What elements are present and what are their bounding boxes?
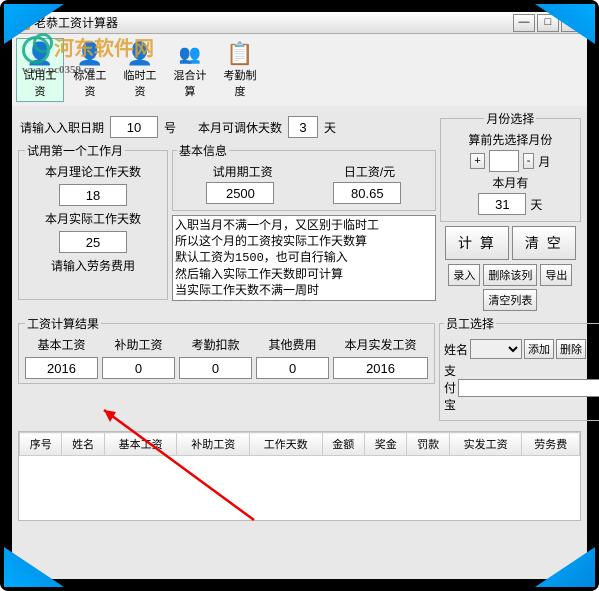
rest-days-input[interactable] [288, 116, 318, 138]
table-header[interactable]: 基本工资 [104, 433, 177, 456]
export-button[interactable]: 导出 [540, 264, 572, 286]
table-header[interactable]: 实发工资 [449, 433, 522, 456]
table-header[interactable]: 姓名 [62, 433, 104, 456]
person-icon: 👤 [19, 41, 61, 67]
memo-textarea[interactable]: 入职当月不满一个月，又区别于临时工 所以这个月的工资按实际工作天数算 默认工资为… [172, 215, 436, 301]
people-icon: 👥 [169, 41, 211, 67]
table-header[interactable]: 工作天数 [250, 433, 323, 456]
result-fieldset: 工资计算结果 基本工资 补助工资 考勤扣款 其他费用 本月实发工资 [18, 315, 435, 384]
table-header[interactable]: 奖金 [365, 433, 407, 456]
actual-days-input[interactable] [59, 231, 127, 253]
month-days-input[interactable] [478, 193, 526, 215]
tab-temp-salary[interactable]: 👤 临时工资 [116, 38, 164, 102]
person-icon: 👤 [69, 41, 111, 67]
person-icon: 👤 [119, 41, 161, 67]
join-date-input[interactable] [110, 116, 158, 138]
table-header[interactable]: 序号 [20, 433, 62, 456]
delete-col-button[interactable]: 删除该列 [483, 264, 537, 286]
result-other-fee[interactable] [256, 357, 329, 379]
daily-salary-input[interactable] [333, 182, 401, 204]
rest-days-label: 本月可调休天数 [198, 119, 282, 136]
tab-attendance[interactable]: 📋 考勤制度 [216, 38, 264, 102]
table-header[interactable]: 金额 [322, 433, 364, 456]
join-date-label: 请输入入职日期 [20, 119, 104, 136]
clear-button[interactable]: 清 空 [512, 226, 576, 260]
delete-employee-button[interactable]: 删除 [556, 339, 586, 359]
first-month-fieldset: 试用第一个工作月 本月理论工作天数 本月实际工作天数 请输入劳务费用 [18, 142, 168, 300]
titlebar: 老恭工资计算器 — □ × [12, 12, 587, 34]
calculate-button[interactable]: 计 算 [445, 226, 509, 260]
table-header[interactable]: 劳务费 [522, 433, 580, 456]
result-basic-salary[interactable] [25, 357, 98, 379]
month-minus-button[interactable]: - [523, 153, 535, 169]
tab-mixed-calc[interactable]: 👥 混合计算 [166, 38, 214, 102]
window-title: 老恭工资计算器 [34, 14, 511, 31]
alipay-input[interactable] [458, 379, 599, 397]
month-plus-button[interactable]: + [470, 153, 484, 169]
app-icon [16, 16, 30, 30]
theory-days-input[interactable] [59, 184, 127, 206]
toolbar: 👤 试用工资 👤 标准工资 👤 临时工资 👥 混合计算 📋 考勤制度 [12, 34, 587, 106]
clear-list-button[interactable]: 清空列表 [483, 289, 537, 311]
labor-fee-label: 请输入劳务费用 [25, 257, 161, 274]
month-input[interactable] [489, 150, 519, 172]
data-table[interactable]: 序号姓名基本工资补助工资工作天数金额奖金罚款实发工资劳务费 [18, 431, 581, 521]
tab-standard-salary[interactable]: 👤 标准工资 [66, 38, 114, 102]
clipboard-icon: 📋 [219, 41, 261, 67]
table-header[interactable]: 补助工资 [177, 433, 250, 456]
name-select[interactable] [470, 339, 522, 359]
add-employee-button[interactable]: 添加 [524, 339, 554, 359]
result-subsidy[interactable] [102, 357, 175, 379]
basic-info-fieldset: 基本信息 试用期工资 日工资/元 [172, 142, 436, 211]
trial-salary-input[interactable] [206, 182, 274, 204]
minimize-button[interactable]: — [513, 14, 535, 32]
result-attendance-deduct[interactable] [179, 357, 252, 379]
result-actual-pay[interactable] [333, 357, 428, 379]
tab-trial-salary[interactable]: 👤 试用工资 [16, 38, 64, 102]
input-button[interactable]: 录入 [448, 264, 480, 286]
month-select-fieldset: 月份选择 算前先选择月份 + - 月 本月有 天 [440, 110, 581, 222]
table-header[interactable]: 罚款 [407, 433, 449, 456]
employee-select-fieldset: 员工选择 姓名 添加 删除 支付宝 修改 [439, 315, 599, 421]
